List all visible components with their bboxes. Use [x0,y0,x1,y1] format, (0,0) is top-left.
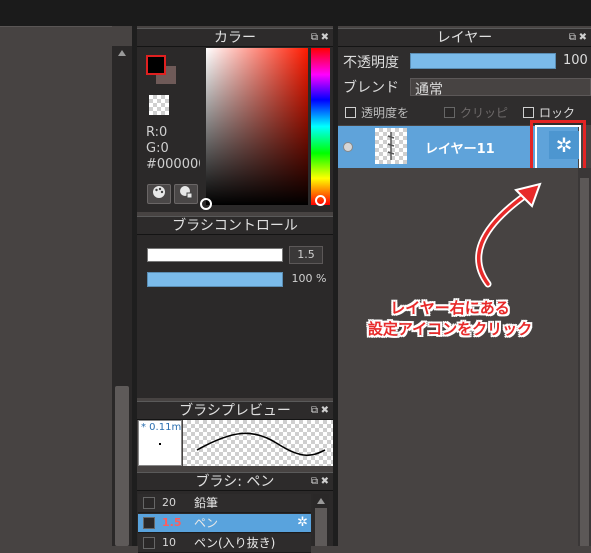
brush-size-slider[interactable] [147,248,283,262]
palette-icon[interactable] [147,184,171,204]
layer-thumbnail-art [387,132,395,160]
top-toolbar [0,0,591,26]
brush-list-header: ブラシ: ペン ⧉ ✖ [137,472,333,491]
brush-preview-header: ブラシプレビュー ⧉ ✖ [137,401,333,420]
scroll-up-icon[interactable] [118,50,126,56]
brush-item-pen-taper[interactable]: 10 ペン(入り抜き) [138,534,311,553]
popout-icon[interactable]: ⧉ [311,473,318,491]
foreground-color-swatch[interactable] [146,55,166,75]
brush-preview-title: ブラシプレビュー [179,403,291,419]
brush-stroke-preview [183,420,333,466]
brush-checkbox[interactable] [143,517,155,529]
brush-opacity-value: 100 % [291,272,327,285]
color-panel-header: カラー ⧉ ✖ [137,28,333,47]
stroke-curve [196,432,326,457]
transparent-color-swatch[interactable] [149,95,169,115]
lock-alpha-label: 透明度を [361,106,410,120]
brush-name: 鉛筆 [194,496,219,510]
annotation-line-1: レイヤー右にある [390,299,510,317]
clipping-label: クリッピ [460,106,509,120]
blend-mode-value: 通常 [415,82,443,98]
brush-name: ペン [194,516,219,530]
canvas-scrollbar[interactable] [112,46,132,546]
brush-checkbox[interactable] [143,497,155,509]
annotation-arrow [475,182,542,288]
layer-name[interactable]: レイヤー11 [425,138,495,157]
opacity-label: 不透明度 [343,55,399,71]
canvas-area[interactable] [0,26,112,546]
clipping-checkbox[interactable] [444,107,455,118]
brush-checkbox[interactable] [143,537,155,549]
lock-label: ロック [539,106,576,120]
layer-panel-header: レイヤー ⧉ ✖ [338,28,591,47]
annotation-line-2: 設定アイコンをクリック [367,320,533,338]
blend-label: ブレンド [343,80,399,96]
layer-list-scrollbar[interactable] [578,168,591,546]
brush-item-pen[interactable]: 1.5 ペン ✲ [138,514,311,533]
lock-checkbox[interactable] [523,107,534,118]
close-icon[interactable]: ✖ [579,29,587,47]
brush-settings-gear-icon[interactable]: ✲ [297,514,308,532]
layer-panel-title: レイヤー [436,30,493,46]
color-panel-title: カラー [214,30,256,46]
brush-control-title: ブラシコントロール [172,218,298,234]
red-value: R:0 [146,125,168,140]
palette-swap-icon[interactable] [174,184,198,204]
brush-item-pencil[interactable]: 20 鉛筆 [138,494,311,513]
brush-size: 1.5 [162,516,182,529]
popout-icon[interactable]: ⧉ [569,29,576,47]
brush-size-value[interactable]: 1.5 [289,246,323,264]
brush-control-header: ブラシコントロール [137,216,333,235]
popout-icon[interactable]: ⧉ [311,29,318,47]
annotation-text: レイヤー右にある 設定アイコンをクリック [340,298,560,340]
layer-thumbnail [375,128,407,164]
brush-size: 20 [162,496,176,509]
brush-name: ペン(入り抜き) [194,536,276,550]
hue-slider[interactable] [311,48,330,205]
sv-cursor[interactable] [200,198,212,210]
green-value: G:0 [146,141,169,156]
scroll-up-icon[interactable] [317,498,325,504]
brush-size-label: * 0.11m [141,422,182,433]
lock-alpha-checkbox[interactable] [345,107,356,118]
brush-size: 10 [162,536,176,549]
close-icon[interactable]: ✖ [321,402,329,420]
layer-opacity-value: 100 [563,53,588,68]
hex-value: #000000 [146,157,200,172]
close-icon[interactable]: ✖ [321,473,329,491]
saturation-value-picker[interactable] [206,48,308,205]
popout-icon[interactable]: ⧉ [311,402,318,420]
scrollbar-thumb[interactable] [115,386,129,546]
brush-opacity-slider[interactable] [147,272,283,287]
brush-size-preview: * 0.11m [138,420,182,466]
layer-opacity-slider[interactable] [410,53,556,69]
blend-mode-select[interactable]: 通常 [410,78,591,98]
scrollbar-thumb[interactable] [315,508,327,546]
brush-list-title: ブラシ: ペン [195,474,275,490]
brush-list-scrollbar[interactable] [313,494,329,546]
visibility-icon[interactable] [343,142,353,152]
scrollbar-thumb[interactable] [580,178,589,546]
hue-cursor[interactable] [315,195,326,206]
close-icon[interactable]: ✖ [321,29,329,47]
brush-dot [159,443,161,445]
